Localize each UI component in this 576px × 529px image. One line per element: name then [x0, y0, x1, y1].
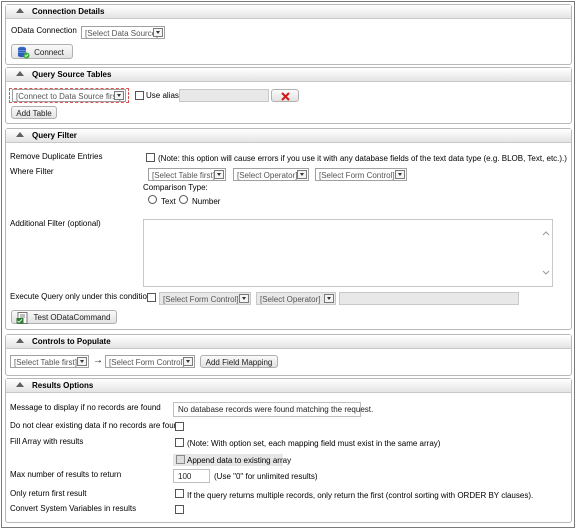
dont-clear-checkbox[interactable]: [175, 422, 184, 431]
query-source-tables-header[interactable]: Query Source Tables: [6, 68, 571, 82]
map-form-control-select[interactable]: [Select Form Control]: [105, 355, 195, 368]
additional-filter-textarea[interactable]: [143, 219, 553, 287]
connect-button[interactable]: Connect: [11, 44, 73, 59]
collapse-caret-icon[interactable]: [16, 71, 24, 76]
controls-to-populate-header[interactable]: Controls to Populate: [6, 335, 571, 349]
where-operator-value: [Select Operator]: [237, 171, 298, 180]
arrow-right-icon: →: [93, 355, 103, 366]
query-filter-header[interactable]: Query Filter: [6, 129, 571, 143]
chevron-down-icon: [214, 170, 224, 179]
max-results-input[interactable]: 100: [173, 469, 210, 483]
comparison-text-label: Text: [161, 197, 176, 206]
where-operator-select[interactable]: [Select Operator]: [233, 168, 309, 181]
fill-array-label: Fill Array with results: [10, 437, 84, 446]
fill-array-note: (Note: With option set, each mapping fie…: [187, 439, 441, 448]
add-table-button[interactable]: Add Table: [11, 106, 57, 119]
convert-system-variables-label: Convert System Variables in results: [10, 504, 137, 513]
where-table-value: [Select Table first]: [152, 171, 215, 180]
source-table-select[interactable]: [Connect to Data Source first]: [12, 89, 126, 102]
collapse-caret-icon[interactable]: [16, 132, 24, 137]
exec-form-control-value: [Select Form Control]: [163, 295, 239, 304]
test-odata-command-button[interactable]: Test ODataCommand: [11, 310, 117, 324]
chevron-down-icon: [77, 357, 87, 366]
where-form-control-value: [Select Form Control]: [319, 171, 395, 180]
exec-form-control-select[interactable]: [Select Form Control]: [159, 292, 251, 305]
add-table-label: Add Table: [16, 109, 52, 118]
remove-table-button[interactable]: [271, 89, 299, 102]
chevron-down-icon: [395, 170, 405, 179]
fill-array-checkbox[interactable]: [175, 438, 184, 447]
database-connect-icon: [17, 46, 30, 59]
convert-system-variables-checkbox[interactable]: [175, 505, 184, 514]
panel-title: Results Options: [32, 381, 94, 390]
first-only-checkbox[interactable]: [175, 489, 184, 498]
results-options-header[interactable]: Results Options: [6, 379, 571, 393]
close-icon: [281, 92, 290, 101]
first-only-note: If the query returns multiple records, o…: [187, 491, 534, 500]
chevron-down-icon: [153, 28, 163, 37]
use-alias-label: Use alias: [146, 91, 179, 100]
no-records-message-input[interactable]: No database records were found matching …: [173, 402, 373, 417]
map-table-select[interactable]: [Select Table first]: [10, 355, 89, 368]
add-field-mapping-button[interactable]: Add Field Mapping: [200, 355, 278, 368]
where-form-control-select[interactable]: [Select Form Control]: [315, 168, 407, 181]
dont-clear-label: Do not clear existing data if no records…: [10, 421, 183, 430]
comparison-number-label: Number: [192, 197, 221, 206]
exec-value-input[interactable]: [339, 292, 519, 305]
execute-condition-label: Execute Query only under this condition: [10, 292, 152, 301]
add-field-mapping-label: Add Field Mapping: [205, 358, 273, 367]
query-source-tables-panel: Query Source Tables [Connect to Data Sou…: [5, 67, 572, 124]
test-command-icon: [16, 312, 28, 324]
exec-operator-value: [Select Operator]: [260, 295, 321, 304]
connection-details-panel: Connection Details OData Connection [Sel…: [5, 4, 572, 65]
panel-title: Query Source Tables: [32, 70, 112, 79]
alias-input[interactable]: [179, 89, 269, 102]
where-filter-label: Where Filter: [10, 167, 54, 176]
append-data-label: Append data to existing array: [187, 456, 292, 465]
additional-filter-label: Additional Filter (optional): [10, 219, 101, 228]
comparison-type-label: Comparison Type:: [143, 183, 208, 192]
remove-duplicates-note: (Note: this option will cause errors if …: [158, 154, 567, 163]
no-records-message-value: No database records were found matching …: [178, 405, 374, 414]
max-results-label: Max number of results to return: [10, 470, 122, 479]
max-results-value: 100: [178, 472, 192, 481]
collapse-caret-icon[interactable]: [16, 382, 24, 387]
remove-duplicates-label: Remove Duplicate Entries: [10, 152, 103, 161]
collapse-caret-icon[interactable]: [16, 8, 24, 13]
chevron-down-icon: [324, 294, 334, 303]
exec-operator-select[interactable]: [Select Operator]: [256, 292, 336, 305]
chevron-down-icon: [239, 294, 249, 303]
chevron-down-icon: [183, 357, 193, 366]
data-source-select[interactable]: [Select Data Source]: [81, 26, 165, 39]
max-results-note: (Use "0" for unlimited results): [214, 472, 318, 481]
panel-title: Controls to Populate: [32, 337, 111, 346]
source-table-value: [Connect to Data Source first]: [16, 92, 121, 101]
results-options-panel: Results Options Message to display if no…: [5, 378, 572, 523]
connect-label: Connect: [34, 48, 64, 57]
data-source-value: [Select Data Source]: [85, 29, 159, 38]
scroll-up-icon[interactable]: [542, 230, 550, 236]
map-form-control-value: [Select Form Control]: [109, 358, 185, 367]
append-data-checkbox[interactable]: [176, 455, 185, 464]
connection-details-header[interactable]: Connection Details: [6, 5, 571, 19]
no-records-message-label: Message to display if no records are fou…: [10, 403, 161, 412]
odata-connection-label: OData Connection: [11, 26, 77, 35]
panel-title: Connection Details: [32, 7, 105, 16]
map-table-value: [Select Table first]: [14, 358, 77, 367]
chevron-down-icon: [114, 91, 124, 100]
remove-duplicates-checkbox[interactable]: [146, 153, 155, 162]
controls-to-populate-panel: Controls to Populate [Select Table first…: [5, 334, 572, 376]
query-filter-panel: Query Filter Remove Duplicate Entries (N…: [5, 128, 572, 330]
comparison-number-radio[interactable]: [179, 195, 188, 204]
first-only-label: Only return first result: [10, 489, 87, 498]
chevron-down-icon: [297, 170, 307, 179]
panel-title: Query Filter: [32, 131, 77, 140]
use-alias-checkbox[interactable]: [135, 91, 144, 100]
collapse-caret-icon[interactable]: [16, 338, 24, 343]
execute-condition-checkbox[interactable]: [147, 293, 156, 302]
where-table-select[interactable]: [Select Table first]: [148, 168, 226, 181]
test-odata-command-label: Test ODataCommand: [33, 313, 111, 322]
scroll-down-icon[interactable]: [542, 270, 550, 276]
comparison-text-radio[interactable]: [148, 195, 157, 204]
